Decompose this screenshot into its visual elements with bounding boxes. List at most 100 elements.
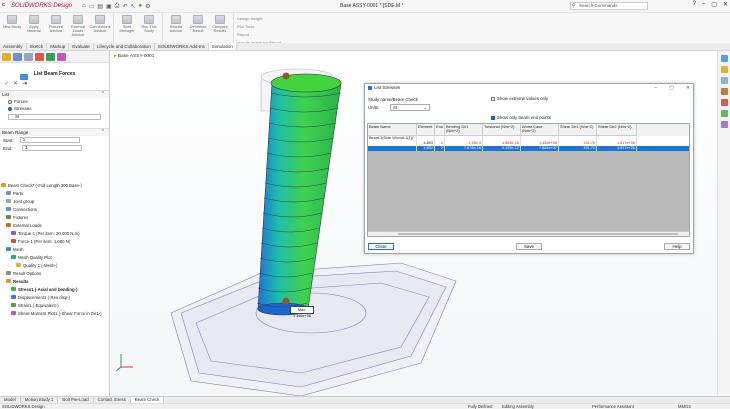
forum-icon[interactable]: [720, 121, 728, 128]
tree-item[interactable]: Shear-Moment Plot1 (-Shear Force in Dir1…: [0, 309, 110, 317]
tree-item[interactable]: Displacement1 (-Res disp-): [0, 293, 110, 301]
column-header[interactable]: Torsional (N/m^2): [483, 124, 521, 136]
list-section-header[interactable]: List ⌃: [0, 90, 109, 98]
help-icon[interactable]: ?: [693, 1, 696, 8]
resources-icon[interactable]: [720, 55, 728, 62]
end-field[interactable]: 1: [22, 145, 83, 151]
tree-item[interactable]: Fixtures: [0, 213, 110, 221]
appearance-tab-icon[interactable]: [57, 53, 66, 61]
units-dropdown[interactable]: SI ⌄: [390, 104, 430, 111]
apply-material-button[interactable]: Apply Material: [24, 13, 44, 43]
beam-range-header[interactable]: Beam Range ⌃: [0, 128, 109, 136]
tree-item[interactable]: Force-1 (Per item: 1,000 N): [0, 237, 110, 245]
feature-manager-tab-icon[interactable]: [2, 53, 11, 61]
show-extreme-checkbox[interactable]: [491, 96, 495, 101]
horizontal-scrollbar[interactable]: [368, 231, 689, 236]
plot-tools-command[interactable]: Plot Tools: [237, 24, 281, 29]
maximize-icon[interactable]: ▢: [669, 84, 674, 92]
status-units[interactable]: MMGS: [678, 404, 691, 409]
tree-item[interactable]: Stress1 (-Axial and bending-): [0, 285, 110, 293]
tree-item[interactable]: Result Options: [0, 269, 110, 277]
help-button[interactable]: Help: [664, 243, 690, 250]
options-icon[interactable]: ⚙: [145, 3, 150, 10]
save-icon[interactable]: ▣: [106, 3, 112, 10]
cancel-icon[interactable]: ✕: [13, 80, 18, 87]
search-input[interactable]: ⚲ Search Commands: [570, 2, 648, 10]
open-folder-icon[interactable]: ▤: [97, 3, 103, 10]
tree-item[interactable]: Quality 1 (-Mesh-): [0, 261, 110, 269]
scroll-thumb[interactable]: [398, 233, 678, 235]
connections-advisor-button[interactable]: Connections Advisor: [89, 13, 111, 43]
status-performance[interactable]: Performance Assistant: [592, 404, 634, 409]
tab-lifecycle-and-collaboration[interactable]: Lifecycle and Collaboration: [94, 43, 155, 50]
tree-item[interactable]: Results: [0, 277, 110, 285]
radio-stresses[interactable]: [8, 106, 12, 111]
column-header[interactable]: Element: [417, 124, 435, 136]
new-study-button[interactable]: New Study: [2, 13, 22, 43]
tree-item[interactable]: Torque-1 (Per item: 20,000 N.m): [0, 229, 110, 237]
dimxpert-tab-icon[interactable]: [35, 53, 44, 61]
custom-properties-icon[interactable]: [720, 110, 728, 117]
column-header[interactable]: Bending Dir1 (N/m^2): [445, 124, 483, 136]
option-forces[interactable]: Forces: [0, 98, 109, 105]
tree-item[interactable]: Strain1 (-Equivalent-): [0, 301, 110, 309]
column-header[interactable]: Worst Case (N/m^2): [521, 124, 559, 136]
display-manager-tab-icon[interactable]: [46, 53, 55, 61]
save-button[interactable]: Save: [516, 243, 542, 250]
undo-icon[interactable]: ↶: [122, 3, 127, 10]
radio-forces[interactable]: [8, 99, 12, 104]
home-icon[interactable]: ⌂: [82, 3, 86, 10]
units-select[interactable]: SI: [8, 114, 101, 120]
column-header[interactable]: Shear Dir1 (N/m^2): [559, 124, 597, 136]
column-header[interactable]: End: [435, 124, 445, 136]
tree-item[interactable]: External Loads: [0, 221, 110, 229]
column-header[interactable]: Shear Dir2 (N/m^2): [597, 124, 637, 136]
property-manager-tab-icon[interactable]: [13, 53, 22, 61]
minimize-icon[interactable]: –: [702, 1, 705, 8]
pushpin-icon[interactable]: ⇥: [22, 80, 27, 87]
compare-results-button[interactable]: Compare Results: [210, 13, 230, 43]
design-library-icon[interactable]: [720, 66, 728, 73]
tab-sketch[interactable]: Sketch: [27, 43, 48, 50]
close-icon[interactable]: ✕: [723, 1, 728, 8]
restore-icon[interactable]: ▢: [711, 1, 717, 8]
table-row[interactable]: 4,802 2 7.678e-16 4.195e-12 7.864e+07 191.76 1…: [368, 146, 689, 151]
tab-solidworks-add-ins[interactable]: SOLIDWORKS Add-Ins: [155, 43, 209, 50]
select-icon[interactable]: ↖: [130, 3, 135, 10]
close-icon[interactable]: ✕: [686, 84, 690, 92]
configuration-manager-tab-icon[interactable]: [24, 53, 33, 61]
deformed-result-button[interactable]: Deformed Result: [188, 13, 208, 43]
external-loads-advisor-button[interactable]: External Loads Advisor: [68, 13, 88, 43]
tab-assembly[interactable]: Assembly: [0, 43, 27, 50]
option-stresses[interactable]: Stresses: [0, 105, 109, 112]
fixtures-advisor-button[interactable]: Fixtures Advisor: [46, 13, 66, 43]
show-end-points-checkbox[interactable]: [491, 115, 495, 120]
close-button[interactable]: Close: [368, 243, 394, 250]
tab-evaluate[interactable]: Evaluate: [69, 43, 94, 50]
new-file-icon[interactable]: ▭: [89, 3, 95, 10]
tree-item[interactable]: Beam Check* (-Full Length 300 Base-): [0, 181, 110, 189]
view-palette-icon[interactable]: [720, 88, 728, 95]
shell-manager-button[interactable]: Shell Manager: [117, 13, 137, 43]
start-field[interactable]: 1: [19, 137, 80, 143]
appearances-icon[interactable]: [720, 99, 728, 106]
tree-item[interactable]: Connections: [0, 205, 110, 213]
results-advisor-button[interactable]: Results Advisor: [166, 13, 186, 43]
tree-item[interactable]: Mesh: [0, 245, 110, 253]
tree-item[interactable]: Mesh Quality Plot: [0, 253, 110, 261]
tab-markup[interactable]: Markup: [47, 43, 70, 50]
rebuild-icon[interactable]: ●: [139, 3, 143, 10]
run-this-study-button[interactable]: Run This Study: [139, 13, 159, 43]
ok-icon[interactable]: ✓: [4, 80, 9, 87]
print-icon[interactable]: ⎙: [115, 3, 120, 10]
tab-simulation[interactable]: Simulation: [208, 43, 237, 50]
design-insight-command[interactable]: Design Insight: [237, 16, 281, 21]
tree-item[interactable]: Parts: [0, 189, 110, 197]
show-extreme-checkbox-row[interactable]: Show extreme values only: [491, 96, 548, 101]
column-header[interactable]: Beam Name: [368, 124, 417, 136]
show-end-points-checkbox-row[interactable]: Show only beam end points: [491, 115, 551, 120]
tree-item[interactable]: Joint group: [0, 197, 110, 205]
report-command[interactable]: Report: [237, 32, 281, 37]
file-explorer-icon[interactable]: [720, 77, 728, 84]
minimize-icon[interactable]: –: [654, 84, 657, 92]
